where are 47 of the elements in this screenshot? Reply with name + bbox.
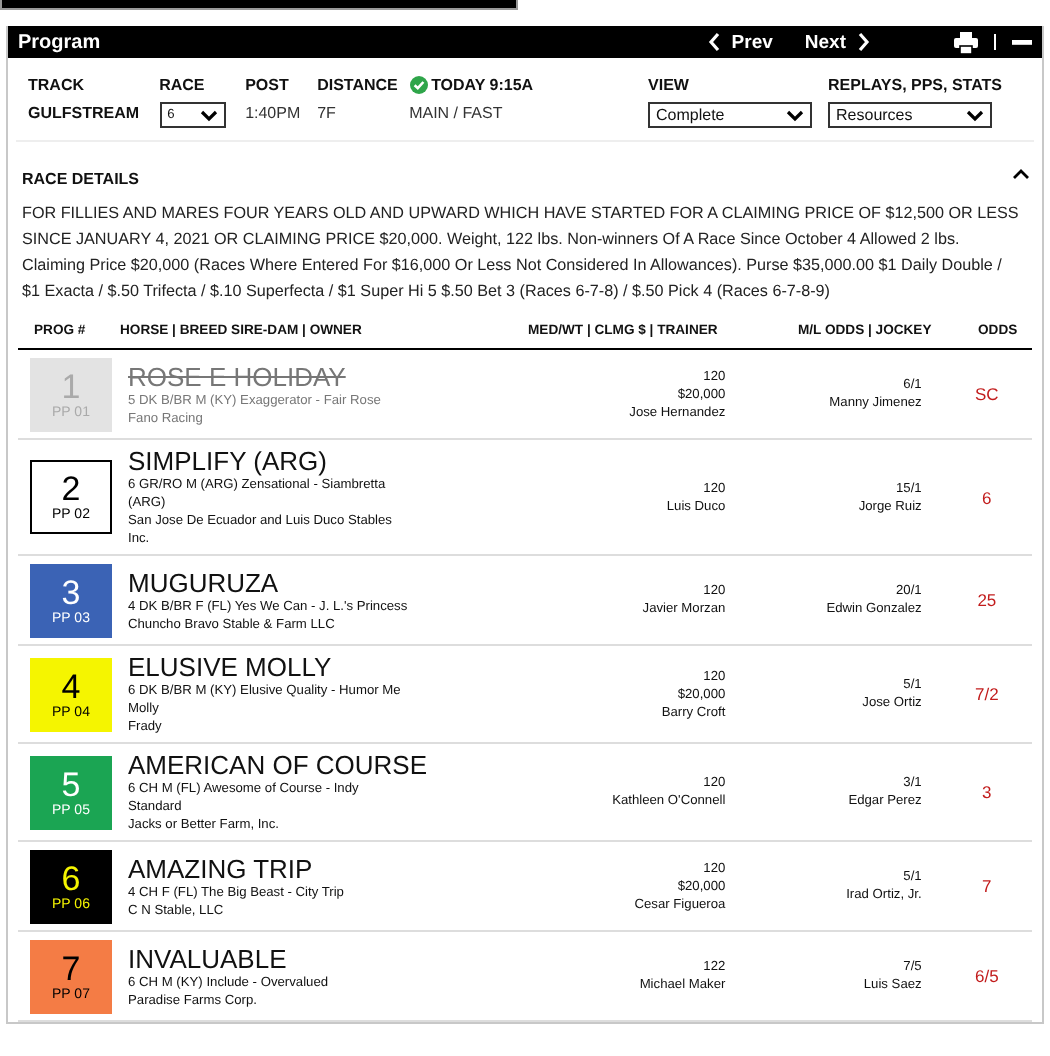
horse-name[interactable]: SIMPLIFY (ARG) xyxy=(128,446,443,476)
program-number: 6 xyxy=(61,861,81,897)
view-select[interactable]: Complete xyxy=(648,102,813,128)
current-odds: 7/2 xyxy=(975,684,999,704)
race-label: RACE xyxy=(159,76,207,94)
check-icon xyxy=(409,76,428,94)
track-label: TRACK xyxy=(28,76,86,94)
current-odds: 7 xyxy=(982,876,992,896)
race-status: TODAY 9:15A xyxy=(431,76,534,94)
horse-name[interactable]: MUGURUZA xyxy=(128,567,443,597)
print-icon[interactable] xyxy=(954,31,978,53)
chevron-left-icon xyxy=(707,32,722,52)
surface-condition: MAIN / FAST xyxy=(409,102,505,126)
race-details-text: FOR FILLIES AND MARES FOUR YEARS OLD AND UPWARD WHICH HAVE STARTED FOR A CLAIMING PRICE OF $12,500 OR LESS SINCE JANUARY 4, 2021 OR CLAIMING PRICE $20,000. Weight, 122 lbs. Non-winners Of A Race Since October 4 Allowed 2 lbs. Claiming Price $20,000 (Races Where Entered For $16,000 Or Less Not Considered In Allowances). Purse $35,000.00 $1 Daily Double / $1 Exacta / $.50 Trifecta / $.10 Superfecta / $1 Super Hi 5 $.50 Bet 3 (Races 6-7-8) / $.50 Pick 4 (Races 6-7-8-9) xyxy=(22,202,1021,304)
program-number: 1 xyxy=(61,369,81,405)
collapse-caret-icon[interactable] xyxy=(1012,168,1030,180)
post-label: POST xyxy=(245,76,291,94)
current-odds: 25 xyxy=(977,590,997,610)
chevron-down-icon xyxy=(966,109,985,121)
chevron-right-icon xyxy=(856,32,870,52)
next-button[interactable]: Next xyxy=(796,31,878,53)
current-odds: SC xyxy=(975,384,999,404)
prev-button[interactable]: Prev xyxy=(699,31,781,53)
program-number: 7 xyxy=(61,951,81,987)
program-number: 2 xyxy=(61,472,81,508)
horse-name[interactable]: ROSE E HOLIDAY xyxy=(128,361,443,391)
program-number: 5 xyxy=(61,767,81,803)
horse-name[interactable]: AMAZING TRIP xyxy=(128,853,443,883)
program-number: 3 xyxy=(61,575,81,611)
resources-select[interactable]: Resources xyxy=(828,102,993,128)
view-label: VIEW xyxy=(648,76,691,94)
horse-name[interactable]: AMERICAN OF COURSE xyxy=(128,750,443,780)
current-odds: 3 xyxy=(982,782,992,802)
current-odds: 6/5 xyxy=(975,966,999,986)
program-number: 4 xyxy=(61,669,81,705)
post-time: 1:40PM xyxy=(245,102,298,126)
panel-title: Program xyxy=(18,31,101,53)
resources-label: REPLAYS, PPS, STATS xyxy=(828,76,1002,94)
chevron-down-icon xyxy=(199,109,218,121)
chevron-down-icon xyxy=(786,109,805,121)
minimize-icon[interactable] xyxy=(1012,39,1032,45)
distance-value: 7F xyxy=(317,102,338,126)
horse-name[interactable]: ELUSIVE MOLLY xyxy=(128,652,443,682)
horse-name[interactable]: INVALUABLE xyxy=(128,943,443,973)
current-odds: 6 xyxy=(982,487,992,507)
track-name: GULFSTREAM xyxy=(28,102,140,126)
race-details-title: RACE DETAILS xyxy=(22,170,140,188)
